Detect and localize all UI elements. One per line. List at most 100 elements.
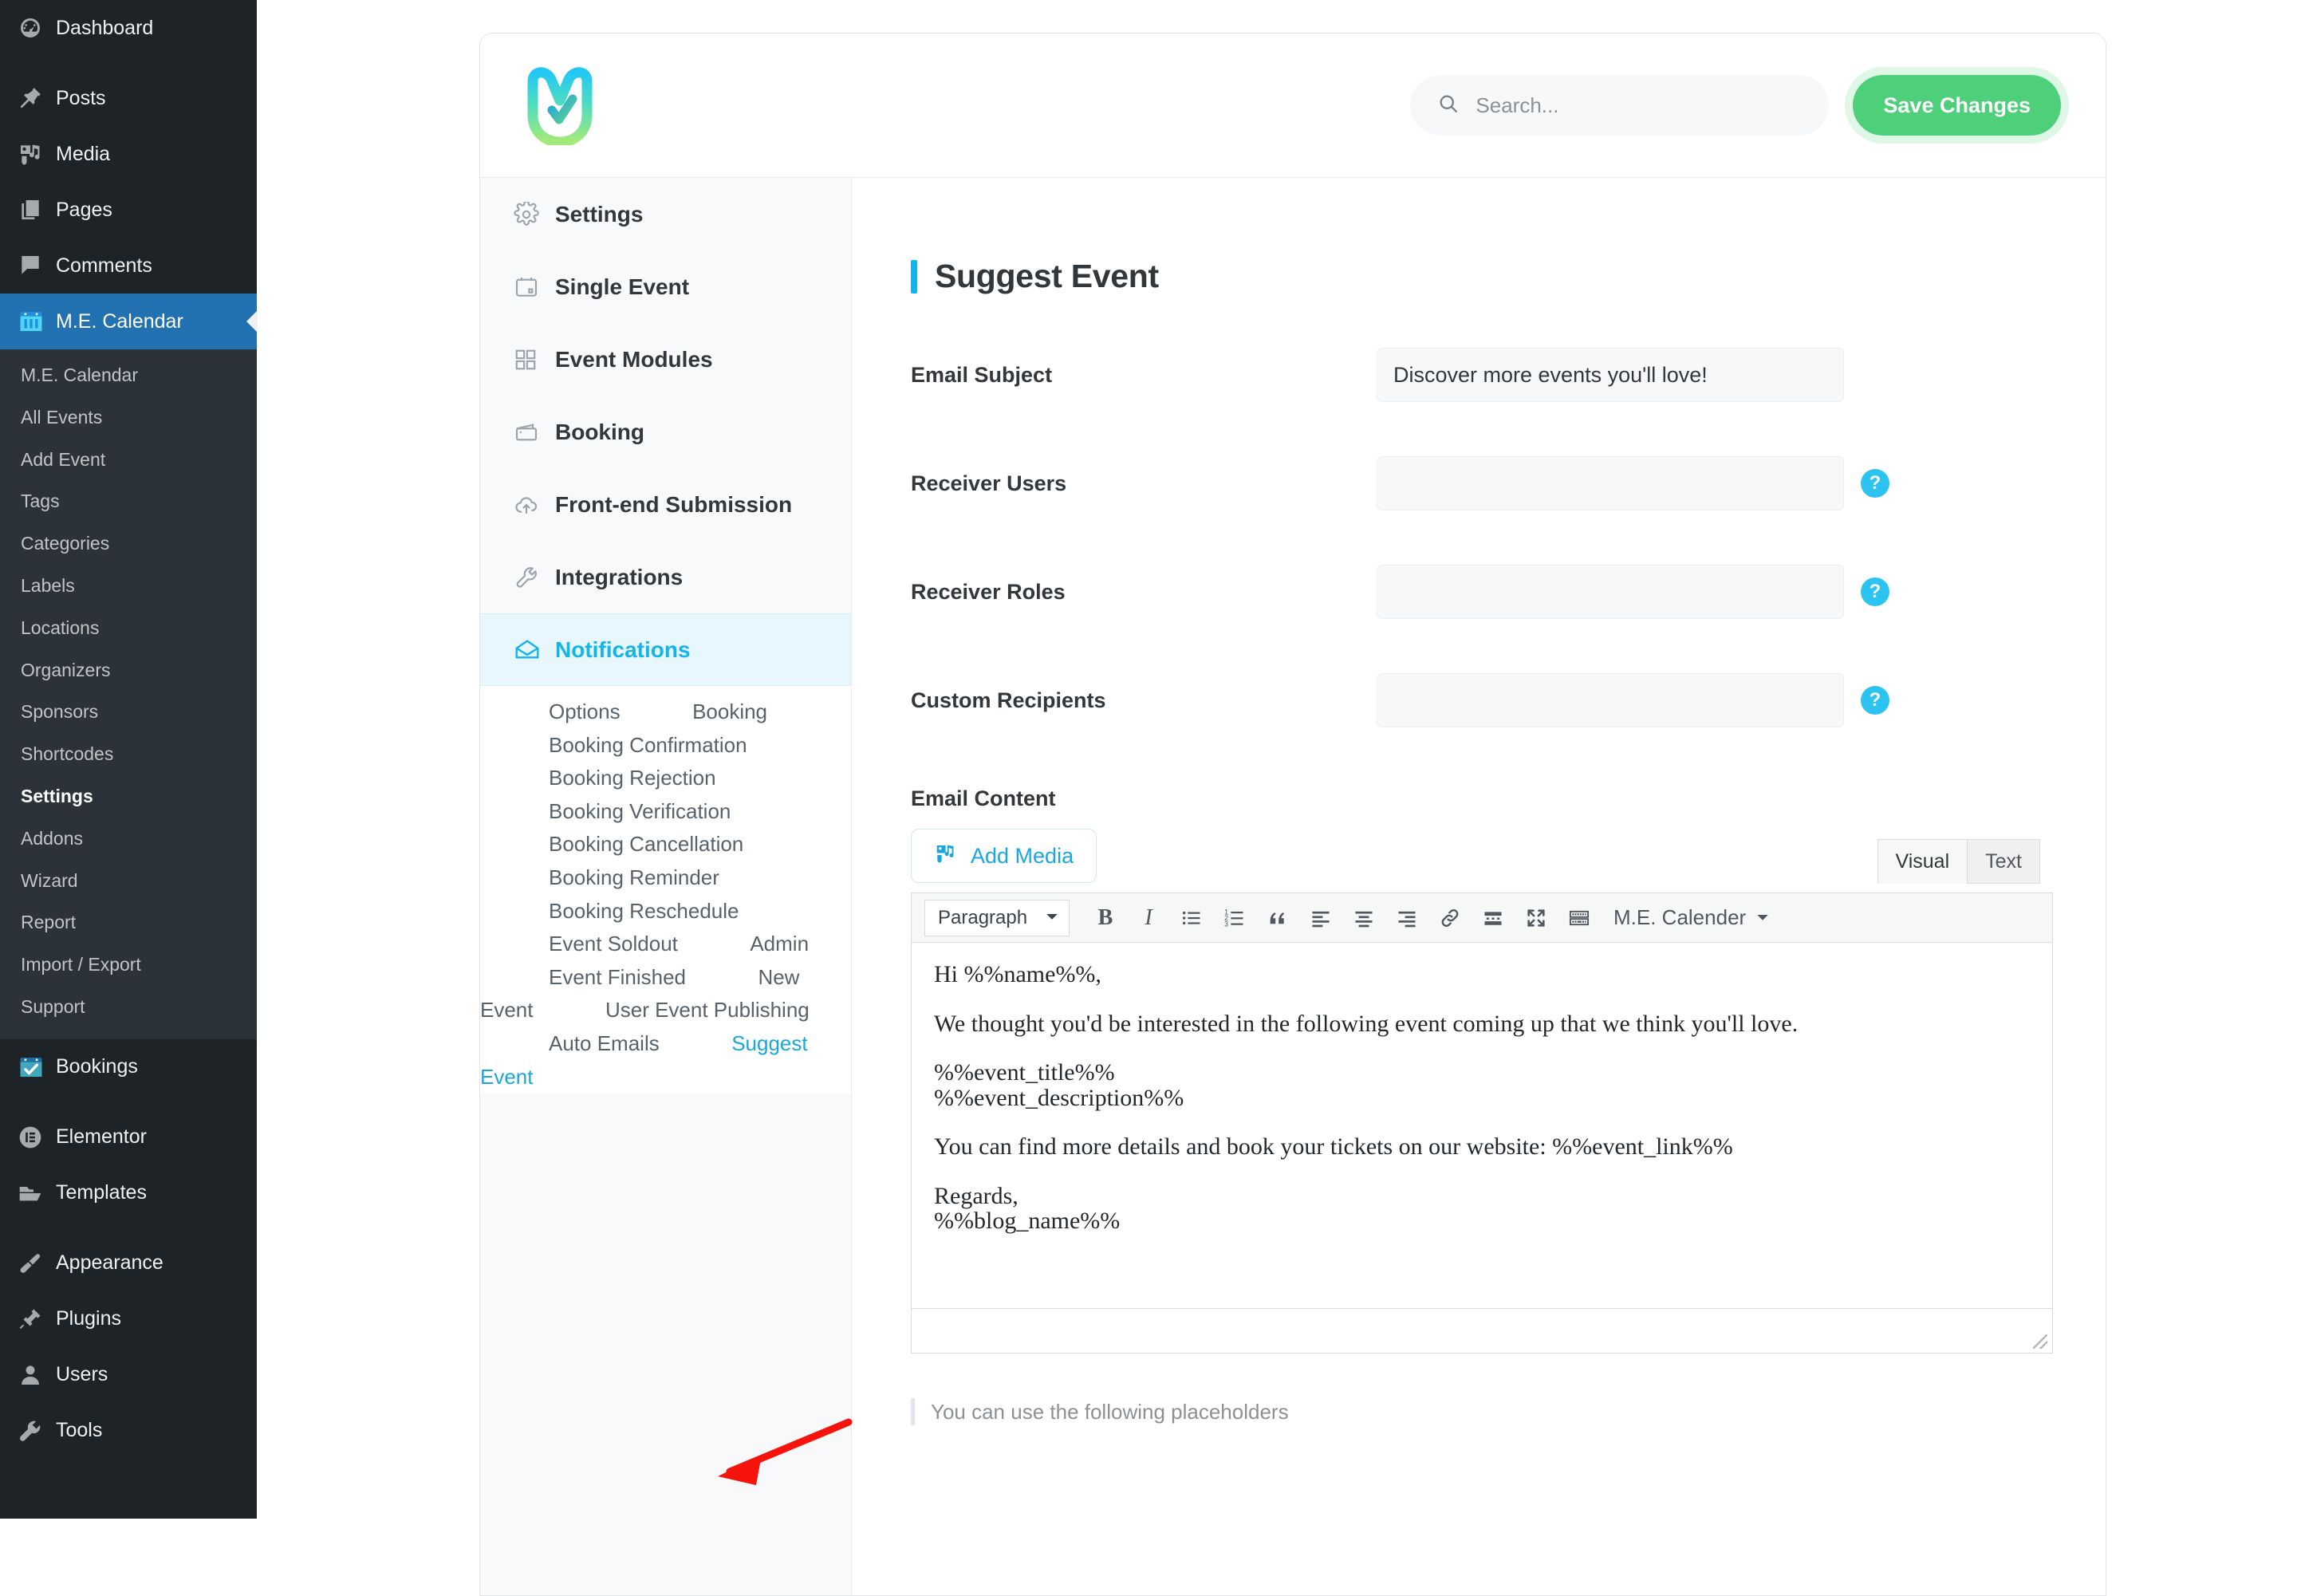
settings-nav: Settings Single Event Event Modules Book… (480, 178, 852, 1595)
placeholders-note: You can use the following placeholders (911, 1398, 2106, 1425)
settings-nav-item-event-modules[interactable]: Event Modules (480, 323, 851, 396)
toolbar-toggle-icon[interactable] (1558, 900, 1601, 936)
subnav-item-booking[interactable]: Booking (624, 693, 767, 730)
sidebar-item-dashboard[interactable]: Dashboard (0, 0, 257, 56)
submenu-item-shortcodes[interactable]: Shortcodes (0, 733, 257, 775)
editor-resize-handle[interactable] (2033, 1334, 2047, 1349)
subnav-item-options[interactable]: Options (480, 693, 621, 730)
comment-icon (18, 253, 53, 278)
subnav-item-user-event-publishing[interactable]: User Event Publishing (537, 991, 810, 1028)
email-body-line: We thought you'd be interested in the fo… (934, 1010, 1799, 1037)
email-body-text[interactable]: Hi %%name%%, We thought you'd be interes… (912, 943, 2052, 1308)
submenu-item-support[interactable]: Support (0, 986, 257, 1028)
sidebar-item-plugins[interactable]: Plugins (0, 1291, 257, 1347)
subnav-item-booking-reschedule[interactable]: Booking Reschedule (480, 893, 739, 929)
search-input[interactable] (1474, 92, 1794, 119)
receiver-roles-help-icon[interactable]: ? (1861, 577, 1889, 606)
italic-icon[interactable]: I (1127, 900, 1170, 936)
submenu-item-categories[interactable]: Categories (0, 522, 257, 565)
subnav-item-booking-reminder[interactable]: Booking Reminder (480, 859, 719, 896)
search-box[interactable] (1410, 75, 1830, 136)
submenu-item-labels[interactable]: Labels (0, 565, 257, 607)
sidebar-item-bookings[interactable]: Bookings (0, 1039, 257, 1095)
sidebar-item-users[interactable]: Users (0, 1347, 257, 1403)
sidebar-item-media[interactable]: Media (0, 126, 257, 182)
submenu-item-import-export[interactable]: Import / Export (0, 944, 257, 986)
fullscreen-icon[interactable] (1515, 900, 1558, 936)
bullet-list-icon[interactable] (1170, 900, 1213, 936)
settings-nav-item-integrations[interactable]: Integrations (480, 541, 851, 613)
subnav-item-booking-verification[interactable]: Booking Verification (480, 793, 731, 830)
subnav-item-booking-cancellation[interactable]: Booking Cancellation (480, 826, 743, 862)
user-icon (18, 1362, 53, 1388)
custom-recipients-help-icon[interactable]: ? (1861, 686, 1889, 715)
submenu-item-addons[interactable]: Addons (0, 818, 257, 860)
settings-nav-item-notifications[interactable]: Notifications (480, 613, 851, 686)
settings-nav-label: Booking (555, 419, 644, 444)
bold-icon[interactable]: B (1084, 900, 1127, 936)
settings-nav-item-frontend-submission[interactable]: Front-end Submission (480, 468, 851, 541)
receiver-roles-input[interactable] (1377, 565, 1844, 619)
sidebar-item-elementor[interactable]: Elementor (0, 1109, 257, 1165)
sidebar-item-tools[interactable]: Tools (0, 1403, 257, 1459)
sidebar-item-posts[interactable]: Posts (0, 70, 257, 126)
submenu-item-tags[interactable]: Tags (0, 480, 257, 522)
media-icon (18, 141, 53, 167)
settings-nav-item-settings[interactable]: Settings (480, 178, 851, 250)
email-content-label: Email Content (911, 786, 1056, 810)
align-left-icon[interactable] (1299, 900, 1342, 936)
add-media-button[interactable]: Add Media (911, 829, 1097, 883)
submenu-item-locations[interactable]: Locations (0, 607, 257, 649)
submenu-item-all-events[interactable]: All Events (0, 396, 257, 439)
calendar-icon (18, 308, 53, 335)
settings-nav-label: Event Modules (555, 346, 713, 372)
sidebar-item-label: Posts (56, 86, 106, 109)
blockquote-icon[interactable] (1256, 900, 1299, 936)
subnav-item-event-finished[interactable]: Event Finished (480, 959, 686, 995)
submenu-item-wizard[interactable]: Wizard (0, 860, 257, 902)
submenu-item-add-event[interactable]: Add Event (0, 439, 257, 481)
receiver-users-help-icon[interactable]: ? (1861, 469, 1889, 498)
numbered-list-icon[interactable]: 1 2 3 (1213, 900, 1256, 936)
submenu-item-sponsors[interactable]: Sponsors (0, 691, 257, 733)
align-right-icon[interactable] (1385, 900, 1428, 936)
email-body-line: Hi %%name%%, (934, 961, 1101, 987)
align-center-icon[interactable] (1342, 900, 1385, 936)
settings-nav-item-single-event[interactable]: Single Event (480, 250, 851, 323)
format-select[interactable]: Paragraph (924, 899, 1070, 936)
sidebar-item-label: Bookings (56, 1055, 138, 1078)
email-subject-input[interactable] (1377, 348, 1844, 402)
sidebar-item-label: Comments (56, 254, 152, 277)
receiver-users-input[interactable] (1377, 456, 1844, 510)
submenu-item-report[interactable]: Report (0, 901, 257, 944)
chevron-down-icon (1045, 907, 1059, 929)
sidebar-item-label: Dashboard (56, 16, 154, 39)
submenu-item-organizers[interactable]: Organizers (0, 649, 257, 692)
search-icon (1437, 93, 1460, 119)
subnav-item-auto-emails[interactable]: Auto Emails (480, 1025, 660, 1062)
tab-visual[interactable]: Visual (1877, 839, 1968, 884)
subnav-item-admin[interactable]: Admin (681, 925, 809, 962)
custom-recipients-input[interactable] (1377, 673, 1844, 727)
subnav-item-booking-confirmation[interactable]: Booking Confirmation (480, 727, 747, 763)
editor-mode-tabs: Visual Text (1877, 839, 2040, 884)
save-changes-button[interactable]: Save Changes (1853, 75, 2061, 136)
sidebar-item-comments[interactable]: Comments (0, 238, 257, 294)
sidebar-item-label: Tools (56, 1419, 103, 1442)
settings-nav-item-booking[interactable]: Booking (480, 396, 851, 468)
subnav-item-booking-rejection[interactable]: Booking Rejection (480, 759, 716, 796)
sidebar-item-appearance[interactable]: Appearance (0, 1235, 257, 1291)
shortcode-dropdown[interactable]: M.E. Calender (1613, 905, 1770, 930)
sidebar-item-label: Pages (56, 198, 112, 221)
sidebar-item-pages[interactable]: Pages (0, 182, 257, 238)
sidebar-item-me-calendar[interactable]: M.E. Calendar (0, 294, 258, 349)
settings-form: Suggest Event Email Subject Receiver Use… (852, 178, 2106, 1595)
panel-body: Settings Single Event Event Modules Book… (480, 178, 2106, 1595)
submenu-item-me-calendar[interactable]: M.E. Calendar (0, 354, 257, 396)
tab-text[interactable]: Text (1967, 839, 2040, 884)
subnav-item-event-soldout[interactable]: Event Soldout (480, 925, 678, 962)
submenu-item-settings[interactable]: Settings (0, 775, 257, 818)
insert-link-icon[interactable] (1428, 900, 1472, 936)
sidebar-item-templates[interactable]: Templates (0, 1165, 257, 1221)
read-more-icon[interactable] (1472, 900, 1515, 936)
